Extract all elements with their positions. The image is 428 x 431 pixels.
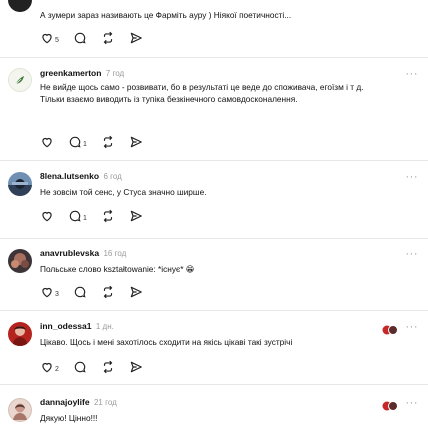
like-count: 2: [55, 365, 59, 373]
reply-button[interactable]: [73, 360, 87, 374]
like-button[interactable]: 5: [40, 31, 59, 45]
repost-button[interactable]: [101, 135, 115, 149]
username[interactable]: dannajoylife: [40, 397, 90, 407]
username[interactable]: anavrublevska: [40, 248, 99, 258]
share-button[interactable]: [129, 285, 143, 299]
more-icon[interactable]: ···: [406, 249, 419, 260]
post-text: Польське слово kształtowanie: *існує* 😁: [40, 263, 380, 275]
avatar[interactable]: [8, 249, 32, 273]
avatar[interactable]: [8, 0, 32, 12]
thread-post: anavrublevska 16 год ··· Польське слово …: [0, 239, 428, 311]
share-button[interactable]: [129, 135, 143, 149]
thread-post: greenkamerton 7 год ··· Не вийде щось са…: [0, 58, 428, 161]
heart-icon: [40, 285, 54, 299]
heart-icon: [40, 209, 54, 223]
repost-icon: [101, 285, 115, 299]
like-button[interactable]: 3: [40, 285, 59, 299]
heart-icon: [40, 135, 54, 149]
share-icon: [129, 31, 143, 45]
post-actions: 5: [40, 31, 157, 45]
repost-icon: [101, 360, 115, 374]
share-button[interactable]: [129, 209, 143, 223]
reply-count: 1: [83, 214, 87, 222]
timestamp: 6 год: [103, 172, 122, 181]
heart-icon: [40, 31, 54, 45]
post-text-content: Польське слово kształtowanie: *існує*: [40, 264, 184, 274]
avatar[interactable]: [8, 398, 32, 422]
share-button[interactable]: [129, 360, 143, 374]
post-actions: 1: [40, 209, 157, 223]
grin-emoji: 😁: [185, 264, 195, 274]
repost-button[interactable]: [101, 360, 115, 374]
like-button[interactable]: [40, 209, 54, 223]
more-icon[interactable]: ···: [406, 322, 419, 333]
like-button[interactable]: 2: [40, 360, 59, 374]
username[interactable]: inn_odessa1: [40, 321, 92, 331]
heart-icon: [40, 360, 54, 374]
reaction-avatars-icon: [382, 322, 398, 335]
repost-icon: [101, 31, 115, 45]
repost-button[interactable]: [101, 285, 115, 299]
post-actions: 2: [40, 360, 157, 374]
reply-button[interactable]: 1: [68, 135, 87, 149]
post-text: Цікаво. Щось і мені захотілось сходити н…: [40, 337, 293, 347]
username[interactable]: 8lena.lutsenko: [40, 171, 99, 181]
reply-button[interactable]: 1: [68, 209, 87, 223]
avatar[interactable]: [8, 322, 32, 346]
post-text: А зумери зараз називають це Фарміть ауру…: [40, 10, 292, 20]
comment-icon: [73, 360, 87, 374]
avatar[interactable]: [8, 68, 32, 92]
reply-count: 1: [83, 140, 87, 148]
thread-post: 8lena.lutsenko 6 год ··· Не зовсім той с…: [0, 161, 428, 239]
like-button[interactable]: [40, 135, 54, 149]
repost-icon: [101, 135, 115, 149]
post-header: dannajoylife 21 год: [40, 397, 117, 407]
more-icon[interactable]: ···: [406, 172, 419, 183]
thread-post: dannajoylife 21 год ··· Дякую! Цінно!!!: [0, 385, 428, 431]
timestamp: 16 год: [103, 249, 127, 258]
reaction-avatars-icon: [382, 398, 398, 411]
post-actions: 1: [40, 135, 157, 149]
like-count: 3: [55, 290, 59, 298]
reply-button[interactable]: [73, 285, 87, 299]
thread-post: А зумери зараз називають це Фарміть ауру…: [0, 0, 428, 58]
comment-icon: [68, 135, 82, 149]
repost-button[interactable]: [101, 31, 115, 45]
reply-button[interactable]: [73, 31, 87, 45]
more-icon[interactable]: ···: [406, 69, 419, 80]
post-header: greenkamerton 7 год: [40, 68, 124, 78]
timestamp: 1 дн.: [95, 322, 114, 331]
timestamp: 21 год: [93, 398, 117, 407]
more-icon[interactable]: ···: [406, 398, 419, 409]
username[interactable]: greenkamerton: [40, 68, 101, 78]
post-actions: 3: [40, 285, 157, 299]
comment-icon: [73, 31, 87, 45]
post-header: inn_odessa1 1 дн.: [40, 321, 114, 331]
comment-icon: [73, 285, 87, 299]
post-header: anavrublevska 16 год: [40, 248, 126, 258]
repost-button[interactable]: [101, 209, 115, 223]
post-header: 8lena.lutsenko 6 год: [40, 171, 122, 181]
post-text: Не вийде щось само - розвивати, бо в рез…: [40, 82, 364, 105]
comment-icon: [68, 209, 82, 223]
share-icon: [129, 285, 143, 299]
like-count: 5: [55, 36, 59, 44]
share-icon: [129, 135, 143, 149]
post-text: Дякую! Цінно!!!: [40, 413, 98, 423]
share-button[interactable]: [129, 31, 143, 45]
avatar[interactable]: [8, 172, 32, 196]
post-text: Не зовсім той сенс, у Стуса значно ширше…: [40, 187, 207, 197]
share-icon: [129, 209, 143, 223]
repost-icon: [101, 209, 115, 223]
share-icon: [129, 360, 143, 374]
thread-post: inn_odessa1 1 дн. ··· Цікаво. Щось і мен…: [0, 311, 428, 385]
timestamp: 7 год: [105, 69, 125, 78]
